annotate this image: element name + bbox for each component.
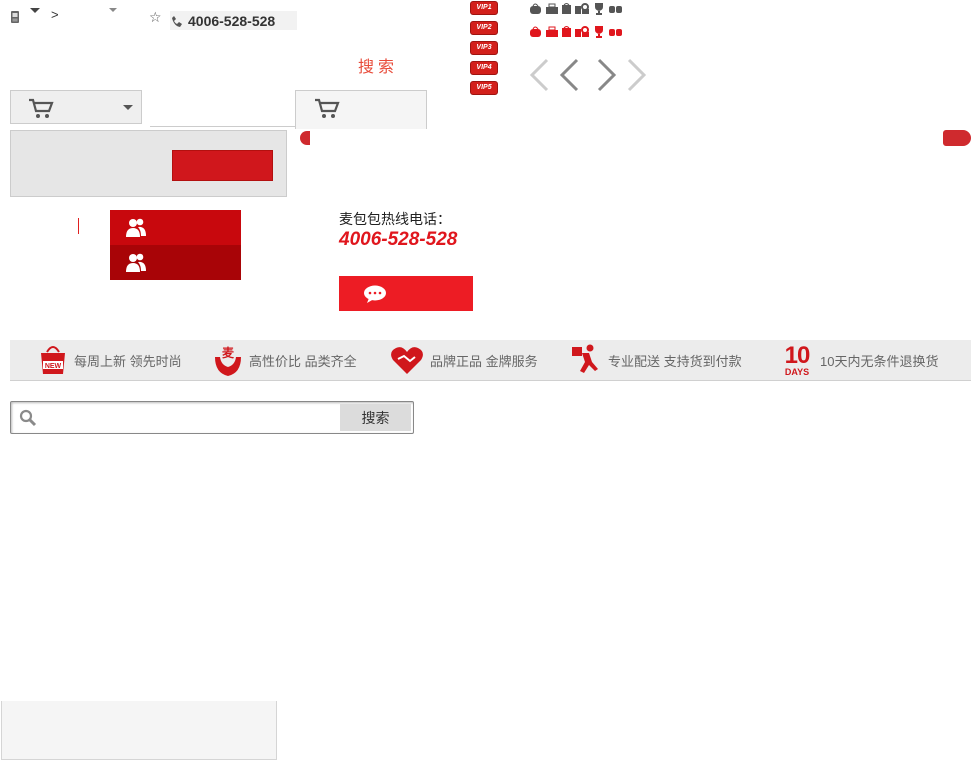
top-hotline-number: 4006-528-528 [188, 12, 276, 29]
bag-icon [530, 26, 541, 37]
chevron-right-dark-icon[interactable] [596, 58, 618, 92]
users-icon [126, 253, 146, 272]
lock-bag-icon [575, 3, 589, 14]
chevron-left-dark-icon[interactable] [558, 58, 580, 92]
divider [150, 126, 296, 127]
service-label: 10天内无条件退换货 [820, 353, 939, 369]
dropdown-caret-icon[interactable] [109, 8, 117, 13]
svg-text:麦: 麦 [222, 345, 235, 360]
briefcase-icon [546, 26, 558, 37]
days-badge-label: DAYS [784, 366, 810, 377]
briefcase-icon [546, 3, 558, 14]
10-days-icon: 10 DAYS [780, 341, 814, 377]
vip-badge: VIP3 [470, 41, 498, 55]
hotline-title: 麦包包热线电话： [339, 211, 451, 227]
vip-badge: VIP5 [470, 81, 498, 95]
search-icon [19, 409, 37, 427]
new-bag-icon: NEW [41, 346, 65, 374]
svg-text:NEW: NEW [45, 363, 62, 370]
lock-bag-icon [575, 26, 589, 37]
service-label: 高性价比 品类齐全 [249, 353, 357, 369]
shopping-cart-icon [314, 97, 340, 119]
banner-left-tab[interactable] [300, 131, 310, 145]
handshake-heart-icon [391, 347, 423, 374]
trophy-icon [595, 3, 603, 15]
chat-bubble-icon [364, 285, 386, 303]
star-favorite-icon[interactable]: ☆ [149, 9, 162, 26]
member-login-button[interactable] [110, 210, 241, 245]
service-item: 10 DAYS 10天内无条件退换货 [780, 340, 939, 380]
cart-dropdown[interactable] [10, 90, 142, 124]
nav-arrow[interactable]: > [51, 7, 59, 22]
vip-badge: VIP4 [470, 61, 498, 75]
trophy-icon [595, 26, 603, 38]
mobile-phone-icon[interactable] [9, 10, 21, 24]
level-icons-red [529, 24, 624, 38]
service-item: 麦 高性价比 品类齐全 [213, 340, 357, 380]
chevron-down-icon [123, 105, 133, 111]
checkout-button[interactable] [172, 150, 273, 181]
search-bar: 搜索 [10, 401, 414, 434]
online-chat-button[interactable] [339, 276, 473, 311]
mai-hands-icon: 麦 [215, 345, 241, 376]
shopping-bag-icon [562, 3, 571, 14]
phone-sound-icon [172, 15, 182, 27]
header-search-link[interactable]: 搜索 [358, 53, 398, 77]
level-icons-gray [529, 1, 624, 15]
divider [78, 218, 79, 234]
top-hotline: 4006-528-528 [170, 11, 297, 30]
service-item: 品牌正品 金牌服务 [390, 340, 538, 380]
member-box [110, 210, 241, 280]
cart-panel [10, 130, 287, 197]
cart-tab[interactable] [295, 90, 427, 129]
shopping-cart-icon [28, 97, 54, 119]
banner-right-tab[interactable] [943, 130, 971, 146]
double-bag-icon [609, 29, 622, 36]
vip-badge: VIP2 [470, 21, 498, 35]
member-register-button[interactable] [110, 245, 241, 280]
service-label: 专业配送 支持货到付款 [608, 353, 742, 369]
service-label: 品牌正品 金牌服务 [430, 353, 538, 369]
shopping-bag-icon [562, 26, 571, 37]
service-label: 每周上新 领先时尚 [74, 353, 182, 369]
search-button[interactable]: 搜索 [340, 404, 411, 431]
footer-panel [1, 701, 277, 760]
chevron-right-light-icon[interactable] [626, 58, 648, 92]
hotline-number: 4006-528-528 [339, 229, 458, 250]
bag-icon [530, 3, 541, 14]
service-promises: NEW 每周上新 领先时尚 麦 高性价比 品类齐全 品牌正品 金牌服务 专业配送… [10, 340, 971, 381]
chevron-left-light-icon[interactable] [528, 58, 550, 92]
days-badge-number: 10 [784, 341, 811, 369]
double-bag-icon [609, 6, 622, 13]
service-item: 专业配送 支持货到付款 [570, 340, 742, 380]
dropdown-caret-icon[interactable] [30, 8, 40, 14]
delivery-runner-icon [572, 344, 598, 373]
service-item: NEW 每周上新 领先时尚 [38, 340, 182, 380]
users-icon [126, 218, 146, 237]
vip-badge: VIP1 [470, 1, 498, 15]
